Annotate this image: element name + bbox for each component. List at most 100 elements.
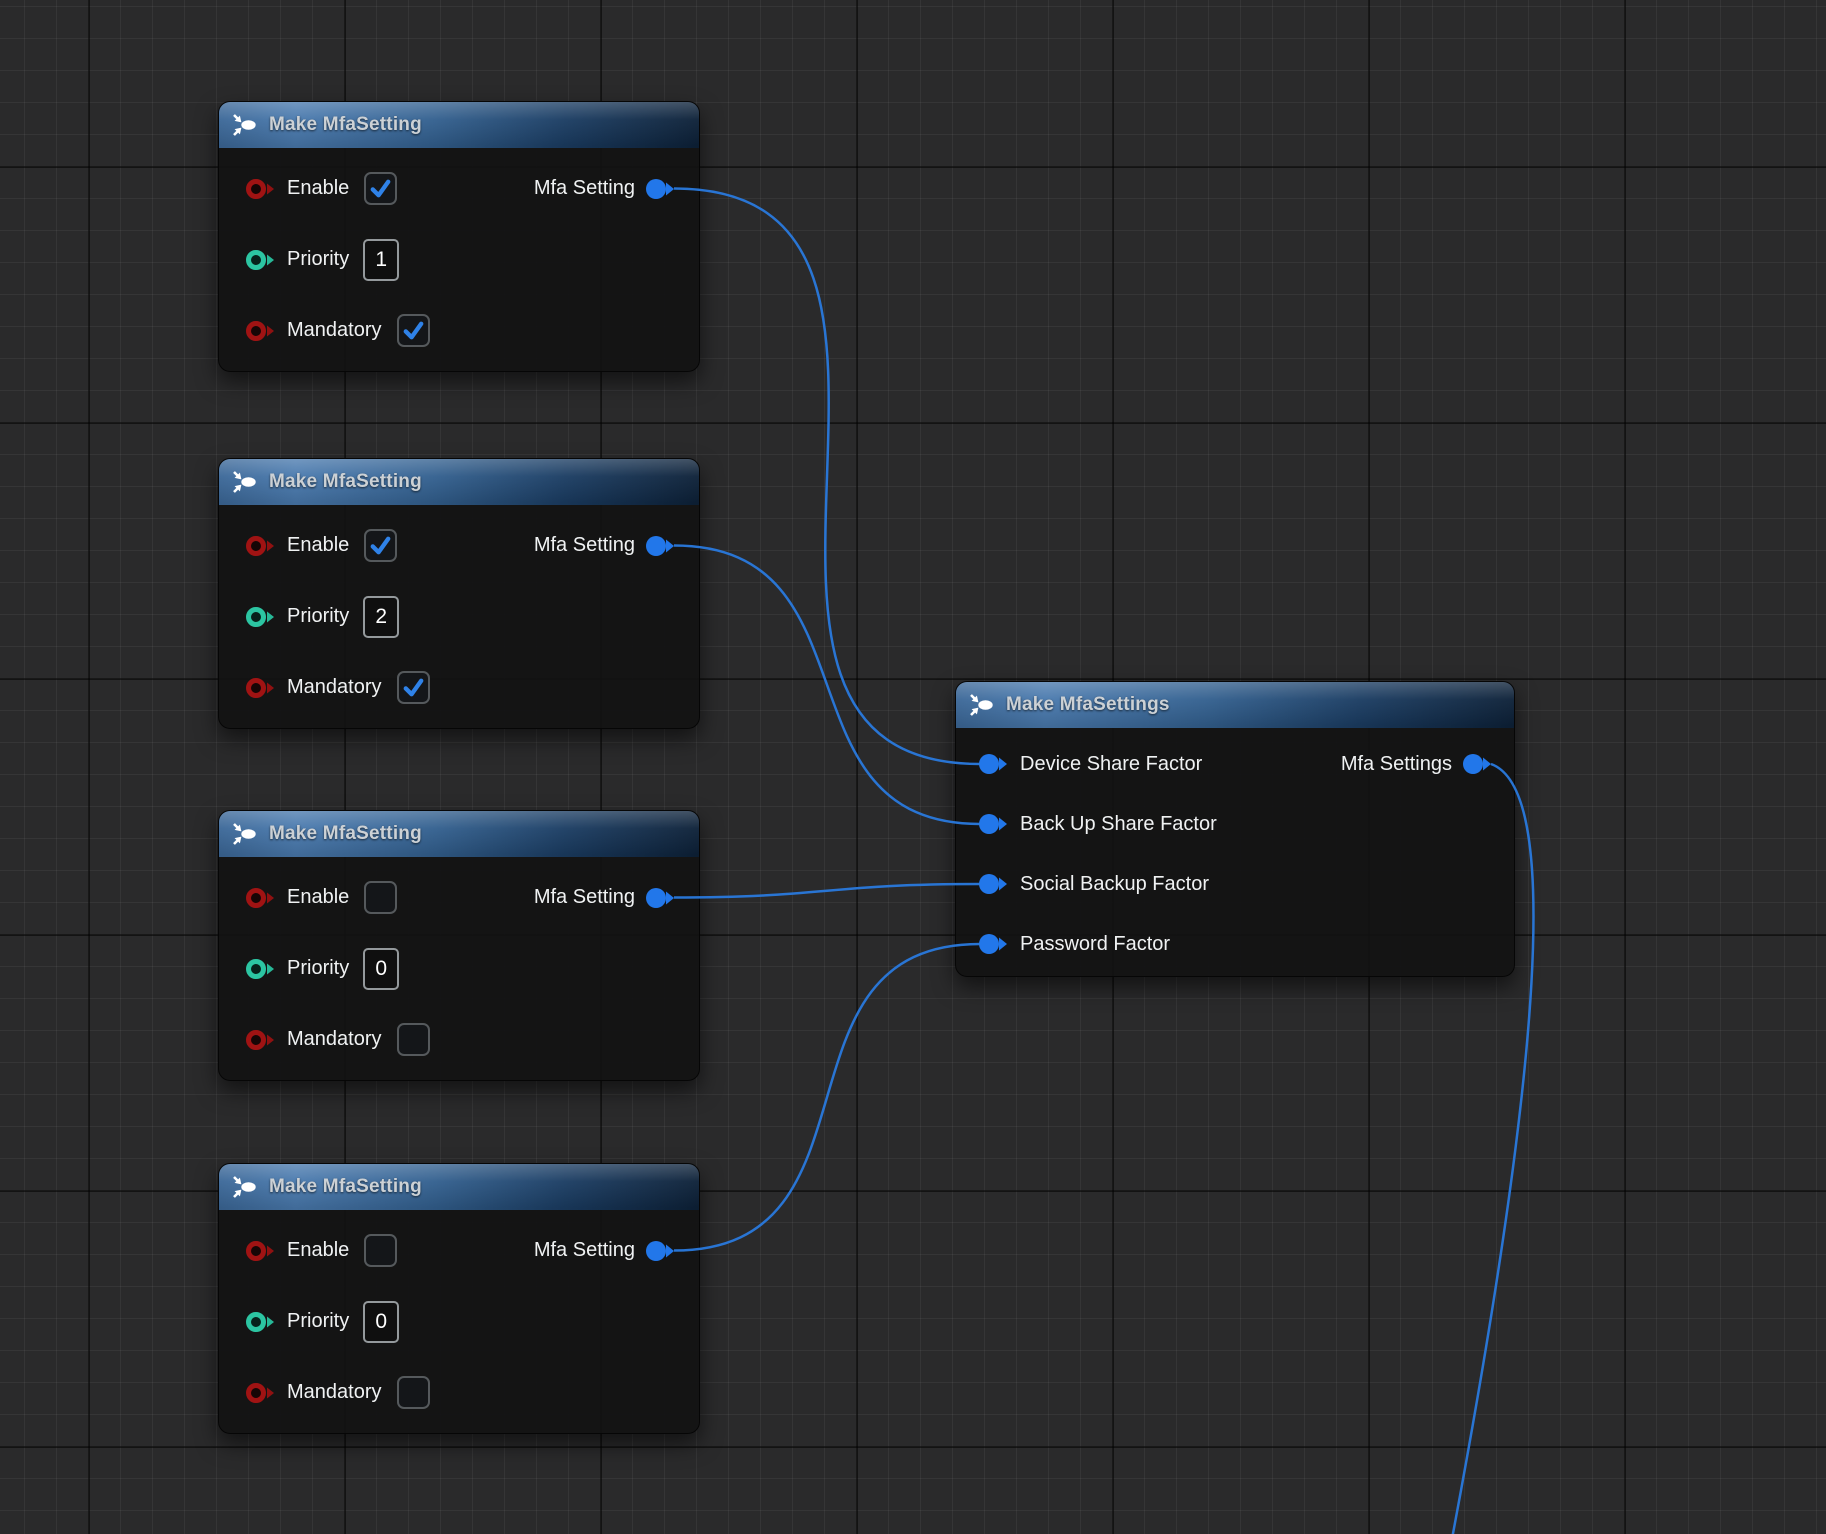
bool-input-pin[interactable] <box>245 676 275 700</box>
pin-label: Priority <box>287 1310 349 1333</box>
pin-row: Back Up Share Factor <box>956 794 1217 854</box>
struct-input-pin[interactable] <box>978 872 1008 896</box>
pin-row: Priority 1 <box>219 224 430 295</box>
struct-output-pin[interactable] <box>645 1239 675 1263</box>
int-input-pin[interactable] <box>245 957 275 981</box>
bool-input-pin[interactable] <box>245 886 275 910</box>
pin-row: Mfa Setting <box>534 862 699 933</box>
bool-input-pin[interactable] <box>245 177 275 201</box>
priority-field[interactable]: 2 <box>363 596 399 638</box>
pin-row: Mandatory <box>219 295 430 366</box>
pin-label: Mandatory <box>287 1028 382 1051</box>
pin-row: Device Share Factor <box>956 734 1217 794</box>
pin-label: Mandatory <box>287 676 382 699</box>
pin-row: Password Factor <box>956 914 1217 974</box>
pin-row: Mandatory <box>219 652 430 723</box>
enable-checkbox[interactable] <box>364 172 397 205</box>
node-header[interactable]: Make MfaSetting <box>219 459 699 505</box>
pin-label: Password Factor <box>1020 933 1170 956</box>
bool-input-pin[interactable] <box>245 319 275 343</box>
pin-label: Priority <box>287 605 349 628</box>
pin-row: Social Backup Factor <box>956 854 1217 914</box>
struct-output-pin[interactable] <box>645 886 675 910</box>
mandatory-checkbox[interactable] <box>397 1376 430 1409</box>
pin-row: Mfa Setting <box>534 510 699 581</box>
node-title: Make MfaSetting <box>269 1176 422 1198</box>
node-title: Make MfaSettings <box>1006 694 1170 716</box>
make-struct-icon <box>232 823 258 845</box>
pin-row: Priority 0 <box>219 1286 430 1357</box>
struct-output-pin[interactable] <box>645 534 675 558</box>
struct-output-pin[interactable] <box>645 177 675 201</box>
blueprint-wire[interactable] <box>674 884 980 898</box>
pin-label: Enable <box>287 1239 349 1262</box>
pin-label: Enable <box>287 534 349 557</box>
pin-row: Mfa Setting <box>534 1215 699 1286</box>
pin-label: Mfa Setting <box>534 177 635 200</box>
blueprint-node-make-mfasetting-3[interactable]: Make MfaSetting Enable Priority 0 Mandat… <box>218 810 700 1081</box>
bool-input-pin[interactable] <box>245 1239 275 1263</box>
blueprint-wire[interactable] <box>674 546 980 825</box>
mandatory-checkbox[interactable] <box>397 671 430 704</box>
pin-label: Mfa Settings <box>1341 753 1452 776</box>
mandatory-checkbox[interactable] <box>397 1023 430 1056</box>
pin-label: Mfa Setting <box>534 1239 635 1262</box>
bool-input-pin[interactable] <box>245 534 275 558</box>
enable-checkbox[interactable] <box>364 881 397 914</box>
node-title: Make MfaSetting <box>269 471 422 493</box>
pin-row: Mfa Setting <box>534 153 699 224</box>
pin-row: Priority 2 <box>219 581 430 652</box>
node-header[interactable]: Make MfaSetting <box>219 102 699 148</box>
pin-label: Enable <box>287 886 349 909</box>
pin-row: Mandatory <box>219 1357 430 1428</box>
blueprint-node-make-mfasetting-4[interactable]: Make MfaSetting Enable Priority 0 Mandat… <box>218 1163 700 1434</box>
make-struct-icon <box>232 1176 258 1198</box>
bool-input-pin[interactable] <box>245 1381 275 1405</box>
pin-label: Mandatory <box>287 319 382 342</box>
pin-label: Device Share Factor <box>1020 753 1202 776</box>
pin-label: Priority <box>287 957 349 980</box>
mandatory-checkbox[interactable] <box>397 314 430 347</box>
pin-label: Mfa Setting <box>534 534 635 557</box>
node-title: Make MfaSetting <box>269 823 422 845</box>
node-header[interactable]: Make MfaSetting <box>219 1164 699 1210</box>
struct-input-pin[interactable] <box>978 812 1008 836</box>
struct-input-pin[interactable] <box>978 932 1008 956</box>
priority-field[interactable]: 0 <box>363 948 399 990</box>
int-input-pin[interactable] <box>245 605 275 629</box>
priority-field[interactable]: 0 <box>363 1301 399 1343</box>
pin-row: Priority 0 <box>219 933 430 1004</box>
pin-row: Mfa Settings <box>1341 734 1514 794</box>
blueprint-wire[interactable] <box>674 944 980 1251</box>
make-struct-icon <box>969 694 995 716</box>
pin-label: Social Backup Factor <box>1020 873 1209 896</box>
blueprint-node-make-mfasettings[interactable]: Make MfaSettings Device Share Factor Bac… <box>955 681 1515 977</box>
pin-row: Enable <box>219 510 430 581</box>
make-struct-icon <box>232 471 258 493</box>
pin-row: Enable <box>219 1215 430 1286</box>
bool-input-pin[interactable] <box>245 1028 275 1052</box>
blueprint-graph-canvas[interactable]: Make MfaSetting Enable Priority 1 Mandat… <box>0 0 1826 1534</box>
make-struct-icon <box>232 114 258 136</box>
blueprint-node-make-mfasetting-1[interactable]: Make MfaSetting Enable Priority 1 Mandat… <box>218 101 700 372</box>
enable-checkbox[interactable] <box>364 529 397 562</box>
pin-label: Enable <box>287 177 349 200</box>
int-input-pin[interactable] <box>245 248 275 272</box>
node-title: Make MfaSetting <box>269 114 422 136</box>
node-header[interactable]: Make MfaSettings <box>956 682 1514 728</box>
struct-input-pin[interactable] <box>978 752 1008 776</box>
pin-label: Mfa Setting <box>534 886 635 909</box>
blueprint-wire[interactable] <box>674 189 980 765</box>
struct-output-pin[interactable] <box>1462 752 1492 776</box>
pin-label: Back Up Share Factor <box>1020 813 1217 836</box>
pin-row: Mandatory <box>219 1004 430 1075</box>
pin-label: Priority <box>287 248 349 271</box>
pin-row: Enable <box>219 862 430 933</box>
pin-label: Mandatory <box>287 1381 382 1404</box>
int-input-pin[interactable] <box>245 1310 275 1334</box>
blueprint-node-make-mfasetting-2[interactable]: Make MfaSetting Enable Priority 2 Mandat… <box>218 458 700 729</box>
node-header[interactable]: Make MfaSetting <box>219 811 699 857</box>
pin-row: Enable <box>219 153 430 224</box>
priority-field[interactable]: 1 <box>363 239 399 281</box>
enable-checkbox[interactable] <box>364 1234 397 1267</box>
